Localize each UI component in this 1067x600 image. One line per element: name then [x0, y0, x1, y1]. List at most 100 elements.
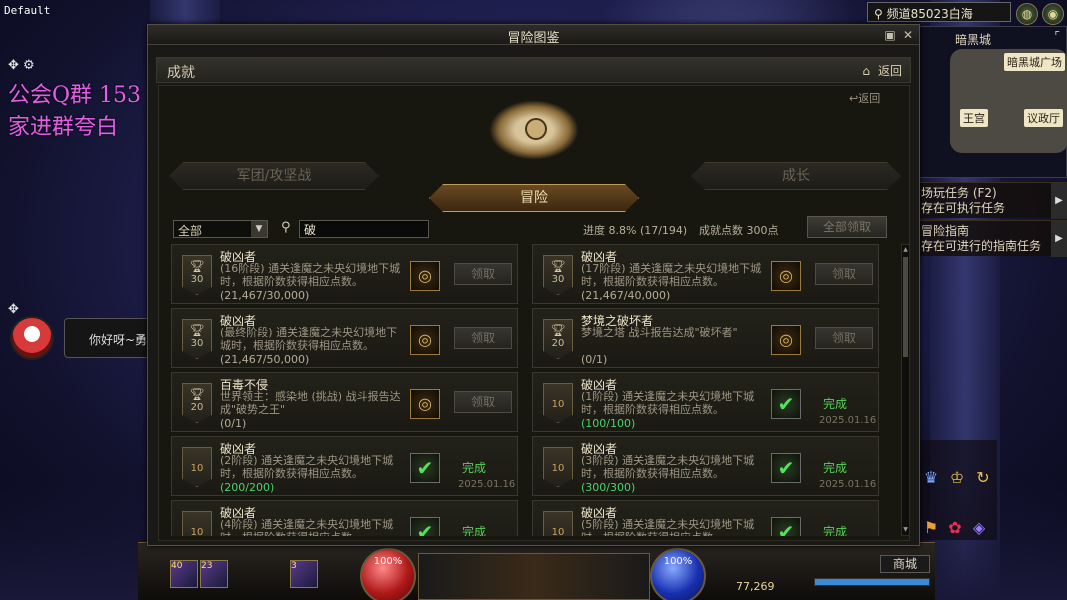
minimap-title: 暗黑城 [954, 33, 991, 47]
quest-arrow-icon[interactable]: ▶ [1051, 183, 1067, 219]
points-badge: 🏆︎ 20 [543, 319, 573, 359]
back-arrow-icon: ↩ [849, 92, 859, 105]
minimap-expand-icon[interactable]: ⌜ [1054, 29, 1060, 43]
back-button[interactable]: ⌂ 返回 [862, 62, 902, 79]
achievement-emblem-icon: ◎ [771, 261, 801, 291]
quickslot-3[interactable]: 3 [290, 560, 318, 588]
achievement-desc: 梦境之塔 战斗报告达成"破坏者" [581, 326, 738, 339]
crown-icon[interactable]: ♛ [921, 468, 941, 488]
points-badge: 10 [182, 511, 212, 536]
guide-arrow-icon[interactable]: ▶ [1051, 221, 1067, 257]
claim-button[interactable]: 领取 [454, 263, 512, 285]
move-icon[interactable]: ✥ [8, 302, 19, 317]
claim-button[interactable]: 领取 [815, 263, 873, 285]
scrollbar[interactable]: ▲ ▼ [901, 244, 910, 536]
minimize-icon[interactable]: ▣ [883, 28, 897, 42]
trophy-icon: 🏆︎ [550, 259, 566, 273]
achievement-grid: 🏆︎ 30 破凶者 (16阶段) 通关逢魔之未央幻境地下城时，根据阶数获得相应点数。… [171, 244, 889, 536]
achievement-card[interactable]: 10破凶者 (4阶段) 通关逢魔之未央幻境地下城时，根据阶数获得相应点数。 (4… [171, 500, 518, 536]
claim-all-button[interactable]: 全部领取 [807, 216, 887, 238]
scroll-thumb[interactable] [903, 257, 908, 357]
map-toggle-icon[interactable]: ◍ [1016, 3, 1038, 25]
quest-tracker-guide[interactable]: 冒险指南 存在可进行的指南任务 ▶ [917, 220, 1067, 257]
section-header: 成就 ⌂ 返回 [156, 57, 911, 83]
guide-sub: 存在可进行的指南任务 [921, 239, 1042, 253]
trophy-icon: 🏆︎ [550, 323, 566, 337]
achievement-card[interactable]: 🏆︎ 20 百毒不侵 世界领主：感染地 (挑战) 战斗报告达成"破势之王" (0/1… [171, 372, 518, 432]
achievement-card[interactable]: 🏆︎ 20 梦境之破坏者 梦境之塔 战斗报告达成"破坏者" (0/1) ◎ 领取 [532, 308, 879, 368]
section-title: 成就 [167, 65, 195, 81]
location-icon[interactable]: ⚑ [921, 518, 941, 538]
achievement-card[interactable]: 🏆︎ 30 破凶者 (17阶段) 通关逢魔之未央幻境地下城时，根据阶数获得相应点数。… [532, 244, 879, 304]
achievement-desc: (4阶段) 通关逢魔之未央幻境地下城时，根据阶数获得相应点数。 [220, 518, 394, 536]
chevron-down-icon: ▼ [251, 221, 267, 237]
scroll-down-icon[interactable]: ▼ [902, 525, 909, 535]
trophy-side-icon[interactable]: ♔ [947, 468, 967, 488]
npc-avatar[interactable] [10, 316, 54, 360]
completed-label: 完成 [462, 525, 487, 536]
completed-label: 完成 [823, 525, 848, 536]
tab-legion[interactable]: 军团/攻坚战 [169, 162, 379, 190]
quickslot-2[interactable]: 23 [200, 560, 228, 588]
completed-date: 2025.01.16 [819, 479, 877, 490]
completed-check-icon: ✔ [771, 389, 801, 419]
mp-orb: 100% [650, 548, 706, 600]
achievement-emblem-icon: ◎ [410, 261, 440, 291]
hp-orb: 100% [360, 548, 416, 600]
achievement-desc: (5阶段) 通关逢魔之未央幻境地下城时，根据阶数获得相应点数。 [581, 518, 755, 536]
close-icon[interactable]: ✕ [901, 28, 915, 42]
achievement-panel: ↩返回 军团/攻坚战 冒险 成长 全部▼ ⚲ 进度 8.8% (17/194) … [158, 85, 910, 541]
category-select[interactable]: 全部 ▼ [173, 220, 268, 238]
achievement-emblem-icon: ◎ [410, 389, 440, 419]
minimap-label-palace: 王宫 [960, 109, 988, 127]
completed-label: 完成 [823, 397, 848, 411]
search-input[interactable] [299, 220, 429, 238]
completed-label: 完成 [462, 461, 487, 475]
gold-amount: 77,269 [736, 580, 775, 593]
tab-adventure[interactable]: 冒险 [429, 184, 639, 212]
panel-back-button[interactable]: ↩返回 [849, 90, 880, 106]
settings-round-icon[interactable]: ◉ [1042, 3, 1064, 25]
window-titlebar[interactable]: 冒险图鉴 ▣ ✕ [148, 25, 919, 46]
achievement-card[interactable]: 🏆︎ 30 破凶者 (最终阶段) 通关逢魔之未央幻境地下城时，根据阶数获得相应点数。… [171, 308, 518, 368]
achievement-desc: (2阶段) 通关逢魔之未央幻境地下城时，根据阶数获得相应点数。 [220, 454, 394, 480]
refresh-icon[interactable]: ↻ [973, 468, 993, 488]
channel-label: 频道85023白海 [886, 7, 973, 21]
dice-icon[interactable]: ◈ [969, 518, 989, 538]
achievement-card[interactable]: 10 破凶者 (2阶段) 通关逢魔之未央幻境地下城时，根据阶数获得相应点数。 (2… [171, 436, 518, 496]
scroll-up-icon[interactable]: ▲ [902, 245, 909, 255]
claim-button[interactable]: 领取 [815, 327, 873, 349]
completed-label: 完成 [823, 461, 848, 475]
completed-date: 2025.01.16 [458, 479, 516, 490]
adventure-codex-window: 冒险图鉴 ▣ ✕ 成就 ⌂ 返回 ↩返回 军团/攻坚战 冒险 成长 全部▼ ⚲ 进… [147, 24, 920, 546]
achievement-card[interactable]: 10 破凶者 (1阶段) 通关逢魔之未央幻境地下城时，根据阶数获得相应点数。 (1… [532, 372, 879, 432]
claim-button[interactable]: 领取 [454, 391, 512, 413]
quest-title: 场玩任务 (F2) [921, 186, 997, 200]
achievement-progress: (21,467/50,000) [220, 353, 310, 366]
achievement-card[interactable]: 10破凶者 (5阶段) 通关逢魔之未央幻境地下城时，根据阶数获得相应点数。 (5… [532, 500, 879, 536]
achievement-progress: (300/300) [581, 481, 636, 494]
achievement-emblem-icon: ◎ [771, 325, 801, 355]
flower-icon[interactable]: ✿ [945, 518, 965, 538]
points-badge: 10 [182, 447, 212, 487]
skill-bar[interactable] [418, 553, 650, 600]
tab-growth[interactable]: 成长 [691, 162, 901, 190]
trophy-icon: 🏆︎ [189, 259, 205, 273]
achievement-progress: (21,467/40,000) [581, 289, 671, 302]
channel-indicator[interactable]: ⚲ 频道85023白海 [867, 2, 1011, 22]
shop-button[interactable]: 商城 [880, 555, 930, 573]
compass-icon [525, 118, 547, 140]
achievement-card[interactable]: 10 破凶者 (3阶段) 通关逢魔之未央幻境地下城时，根据阶数获得相应点数。 (3… [532, 436, 879, 496]
claim-button[interactable]: 领取 [454, 327, 512, 349]
quickslot-1[interactable]: 40 [170, 560, 198, 588]
points-badge: 🏆︎ 20 [182, 383, 212, 423]
quest-tracker-main[interactable]: 场玩任务 (F2) 存在可执行任务 ▶ [917, 182, 1067, 219]
side-icon-panel: ♛ ♔ ↻ ⚑ ✿ ◈ [917, 440, 997, 540]
adventure-scroll-emblem [489, 100, 579, 160]
achievement-progress: (100/100) [581, 417, 636, 430]
trophy-icon: 🏆︎ [189, 387, 205, 401]
achievement-card[interactable]: 🏆︎ 30 破凶者 (16阶段) 通关逢魔之未央幻境地下城时，根据阶数获得相应点数。… [171, 244, 518, 304]
exp-bar [814, 578, 930, 586]
move-settings-icons[interactable]: ✥ ⚙ [8, 58, 35, 73]
minimap[interactable]: 暗黑城 ⌜ 暗黑城广场 王宫 议政厅 [917, 26, 1067, 178]
